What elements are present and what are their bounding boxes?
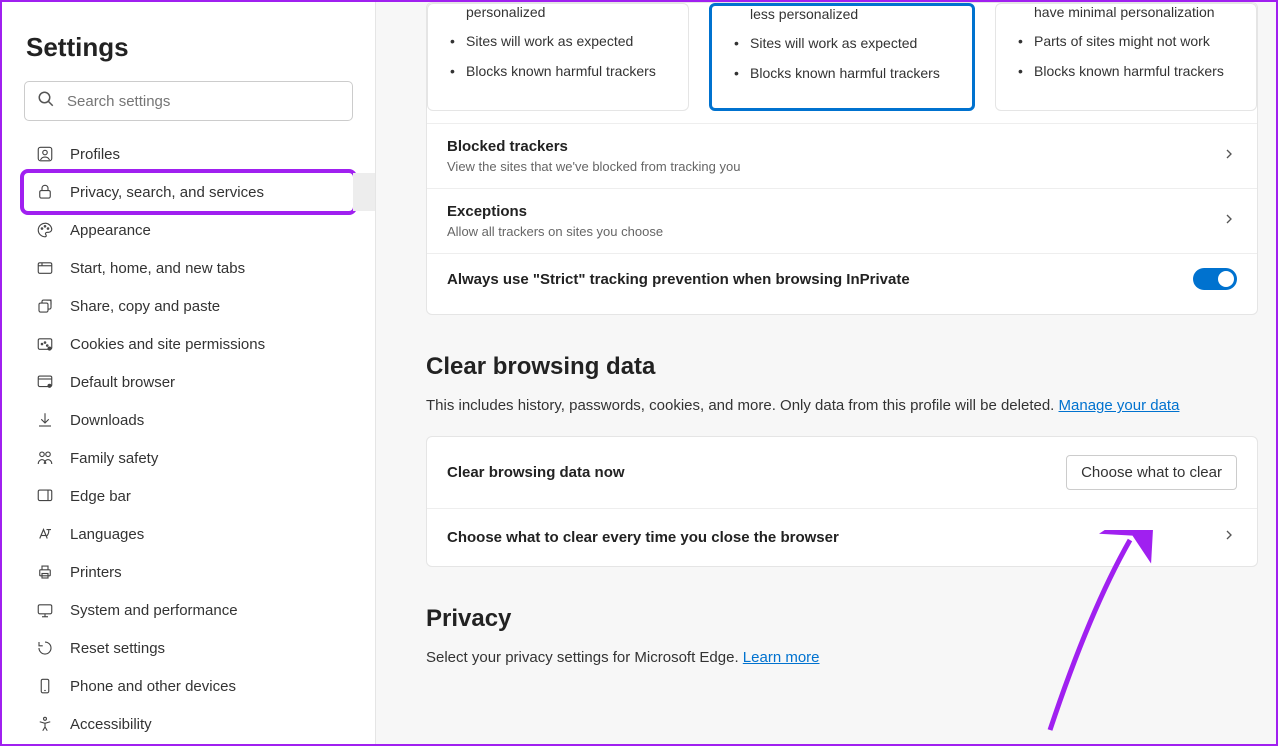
reset-icon xyxy=(34,637,56,659)
sidebar-item-label: Phone and other devices xyxy=(70,678,236,695)
sidebar-item-label: Default browser xyxy=(70,374,175,391)
sidebar-item-label: Printers xyxy=(70,564,122,581)
tp-option-bullet: Blocks known harmful trackers xyxy=(444,56,672,86)
clear-data-card: Clear browsing data now Choose what to c… xyxy=(426,436,1258,567)
accessibility-icon xyxy=(34,713,56,735)
settings-search-input[interactable] xyxy=(67,93,340,110)
sidebar-item-default-browser[interactable]: Default browser xyxy=(24,363,353,401)
settings-search-box[interactable] xyxy=(24,81,353,121)
privacy-learn-more-link[interactable]: Learn more xyxy=(743,649,820,666)
tp-option-bullet: Sites will work as expected xyxy=(444,26,672,56)
blocked-trackers-sub: View the sites that we've blocked from t… xyxy=(447,159,740,174)
sidebar-item-edgebar[interactable]: Edge bar xyxy=(24,477,353,515)
sidebar-item-languages[interactable]: Languages xyxy=(24,515,353,553)
strict-inprivate-toggle[interactable] xyxy=(1193,268,1237,290)
tp-option-bullet: Sites will work as expected xyxy=(728,28,956,58)
sidebar-item-family[interactable]: Family safety xyxy=(24,439,353,477)
sidebar-item-label: Downloads xyxy=(70,412,144,429)
sidebar-item-system[interactable]: System and performance xyxy=(24,591,353,629)
download-icon xyxy=(34,409,56,431)
clear-now-label: Clear browsing data now xyxy=(447,464,625,481)
blocked-trackers-row[interactable]: Blocked trackers View the sites that we'… xyxy=(427,123,1257,188)
tp-option-bullet: Blocks known harmful trackers xyxy=(728,58,956,88)
edgebar-icon xyxy=(34,485,56,507)
sidebar-item-profiles[interactable]: Profiles xyxy=(24,135,353,173)
sidebar-item-label: Share, copy and paste xyxy=(70,298,220,315)
sidebar-item-label: Family safety xyxy=(70,450,158,467)
tp-option-strict[interactable]: have minimal personalization Parts of si… xyxy=(995,3,1257,111)
sidebar-item-downloads[interactable]: Downloads xyxy=(24,401,353,439)
printer-icon xyxy=(34,561,56,583)
clear-on-close-label: Choose what to clear every time you clos… xyxy=(447,529,839,546)
tp-option-text: have minimal personalization xyxy=(1012,4,1240,26)
exceptions-label: Exceptions xyxy=(447,203,663,220)
sidebar-item-privacy[interactable]: Privacy, search, and services xyxy=(24,173,353,211)
family-icon xyxy=(34,447,56,469)
choose-what-to-clear-button[interactable]: Choose what to clear xyxy=(1066,455,1237,490)
clear-data-desc: This includes history, passwords, cookie… xyxy=(426,395,1258,418)
tp-option-bullet: Blocks known harmful trackers xyxy=(1012,56,1240,86)
language-icon xyxy=(34,523,56,545)
phone-icon xyxy=(34,675,56,697)
exceptions-row[interactable]: Exceptions Allow all trackers on sites y… xyxy=(427,188,1257,253)
clear-data-heading: Clear browsing data xyxy=(426,353,1258,381)
tp-option-bullet: Parts of sites might not work xyxy=(1012,26,1240,56)
chevron-right-icon xyxy=(1221,527,1237,548)
sidebar-item-printers[interactable]: Printers xyxy=(24,553,353,591)
tracking-prevention-card: personalized Sites will work as expected… xyxy=(426,2,1258,315)
tp-option-text: personalized xyxy=(444,4,672,26)
settings-sidebar: Settings Profiles Privacy, search, and s… xyxy=(2,2,376,744)
sidebar-item-label: Cookies and site permissions xyxy=(70,336,265,353)
clear-now-row: Clear browsing data now Choose what to c… xyxy=(427,437,1257,509)
sidebar-item-label: Edge bar xyxy=(70,488,131,505)
sidebar-item-phone[interactable]: Phone and other devices xyxy=(24,667,353,705)
settings-title: Settings xyxy=(2,20,375,81)
settings-nav: Profiles Privacy, search, and services A… xyxy=(2,135,375,743)
sidebar-item-label: Languages xyxy=(70,526,144,543)
sidebar-item-label: System and performance xyxy=(70,602,238,619)
exceptions-sub: Allow all trackers on sites you choose xyxy=(447,224,663,239)
search-icon xyxy=(37,90,55,113)
tp-option-text: less personalized xyxy=(728,6,956,28)
sidebar-item-label: Reset settings xyxy=(70,640,165,657)
sidebar-item-label: Profiles xyxy=(70,146,120,163)
privacy-desc: Select your privacy settings for Microso… xyxy=(426,647,1258,670)
browser-icon xyxy=(34,371,56,393)
sidebar-item-appearance[interactable]: Appearance xyxy=(24,211,353,249)
share-icon xyxy=(34,295,56,317)
sidebar-item-label: Accessibility xyxy=(70,716,152,733)
system-icon xyxy=(34,599,56,621)
clear-on-close-row[interactable]: Choose what to clear every time you clos… xyxy=(427,509,1257,566)
sidebar-item-label: Appearance xyxy=(70,222,151,239)
lock-icon xyxy=(34,181,56,203)
sidebar-item-reset[interactable]: Reset settings xyxy=(24,629,353,667)
tabs-icon xyxy=(34,257,56,279)
chevron-right-icon xyxy=(1221,146,1237,167)
settings-main: personalized Sites will work as expected… xyxy=(376,2,1276,744)
palette-icon xyxy=(34,219,56,241)
chevron-right-icon xyxy=(1221,211,1237,232)
sidebar-item-label: Privacy, search, and services xyxy=(70,184,264,201)
tp-option-basic[interactable]: personalized Sites will work as expected… xyxy=(427,3,689,111)
sidebar-item-share[interactable]: Share, copy and paste xyxy=(24,287,353,325)
privacy-heading: Privacy xyxy=(426,605,1258,633)
cookie-icon xyxy=(34,333,56,355)
tracking-prevention-options: personalized Sites will work as expected… xyxy=(427,3,1257,123)
sidebar-item-accessibility[interactable]: Accessibility xyxy=(24,705,353,743)
manage-your-data-link[interactable]: Manage your data xyxy=(1059,397,1180,414)
profile-icon xyxy=(34,143,56,165)
strict-inprivate-row: Always use "Strict" tracking prevention … xyxy=(427,253,1257,304)
sidebar-item-cookies[interactable]: Cookies and site permissions xyxy=(24,325,353,363)
sidebar-item-start-home[interactable]: Start, home, and new tabs xyxy=(24,249,353,287)
sidebar-item-label: Start, home, and new tabs xyxy=(70,260,245,277)
strict-inprivate-label: Always use "Strict" tracking prevention … xyxy=(447,271,910,288)
blocked-trackers-label: Blocked trackers xyxy=(447,138,740,155)
tp-option-balanced[interactable]: less personalized Sites will work as exp… xyxy=(709,3,975,111)
